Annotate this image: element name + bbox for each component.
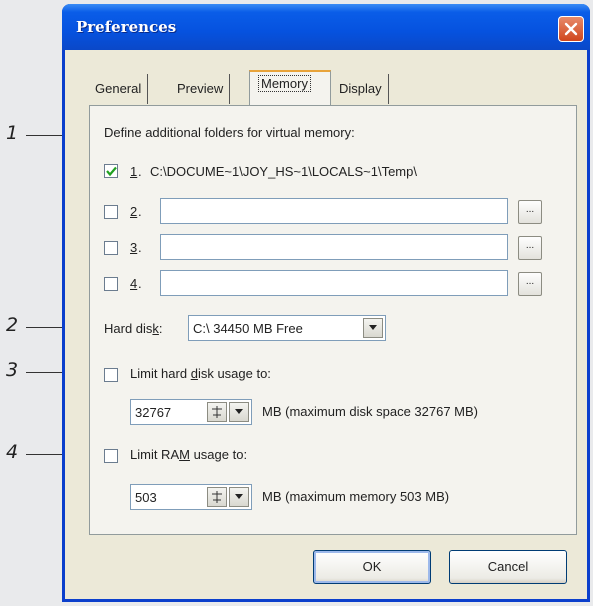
callout-number: 3 (6, 359, 19, 381)
close-icon (564, 22, 578, 36)
ram-limit-dropdown-button[interactable] (229, 487, 249, 507)
disk-limit-input[interactable]: 32767 (130, 399, 252, 425)
tab-display[interactable]: Display (333, 74, 389, 104)
folder-3-browse-button[interactable]: ... (518, 236, 542, 260)
folder-1-dot: . (138, 164, 142, 179)
chevron-down-icon (369, 325, 377, 330)
limit-ram-label: Limit RAM usage to: (130, 447, 248, 462)
folder-4-number: 4 (130, 276, 138, 291)
ram-limit-input[interactable]: 503 (130, 484, 252, 510)
tab-label: General (95, 81, 142, 96)
disk-limit-note: MB (maximum disk space 32767 MB) (262, 404, 479, 419)
tab-general[interactable]: General (89, 74, 149, 104)
folder-4-dot: . (138, 276, 142, 291)
folder-4-browse-button[interactable]: ... (518, 272, 542, 296)
chevron-down-icon (235, 409, 243, 414)
tab-memory[interactable]: Memory (249, 70, 331, 106)
memory-panel: Define additional folders for virtual me… (89, 105, 577, 535)
tab-preview[interactable]: Preview (171, 74, 231, 104)
spin-updown-icon (212, 491, 222, 503)
callout-number: 1 (6, 122, 19, 144)
folder-2-checkbox[interactable] (104, 205, 118, 219)
cancel-button[interactable]: Cancel (449, 550, 567, 584)
window-title: Preferences (76, 18, 177, 36)
title-bar[interactable]: Preferences (62, 4, 590, 50)
callout-number: 2 (6, 314, 19, 336)
preferences-dialog: Preferences General Preview Memory Displ… (62, 4, 590, 602)
folder-3-checkbox[interactable] (104, 241, 118, 255)
folder-4-path-input[interactable] (160, 270, 508, 296)
folder-4-checkbox[interactable] (104, 277, 118, 291)
folder-2-dot: . (138, 204, 142, 219)
folder-3-dot: . (138, 240, 142, 255)
folder-3-number: 3 (130, 240, 138, 255)
hard-disk-label: Hard disk: (104, 321, 163, 336)
folder-3-path-input[interactable] (160, 234, 508, 260)
tab-label: Display (339, 81, 382, 96)
folder-1-number: 1 (130, 164, 138, 179)
limit-disk-checkbox[interactable] (104, 368, 118, 382)
ok-button[interactable]: OK (313, 550, 431, 584)
folder-2-number: 2 (130, 204, 138, 219)
tab-label: Memory (258, 75, 311, 92)
hard-disk-select[interactable]: C:\ 34450 MB Free (188, 315, 386, 341)
disk-limit-value: 32767 (135, 405, 172, 420)
folder-2-path-input[interactable] (160, 198, 508, 224)
folder-2-browse-button[interactable]: ... (518, 200, 542, 224)
disk-limit-dropdown-button[interactable] (229, 402, 249, 422)
ram-limit-note: MB (maximum memory 503 MB) (262, 489, 450, 504)
checkmark-icon (106, 166, 117, 177)
folder-1-checkbox[interactable] (104, 164, 118, 178)
dropdown-button[interactable] (363, 318, 383, 338)
hard-disk-value: C:\ 34450 MB Free (193, 321, 303, 336)
spin-updown-icon (212, 406, 222, 418)
tab-label: Preview (177, 81, 224, 96)
disk-limit-spin-button[interactable] (207, 402, 227, 422)
chevron-down-icon (235, 494, 243, 499)
ram-limit-value: 503 (135, 490, 157, 505)
folders-heading: Define additional folders for virtual me… (104, 125, 355, 140)
folder-1-path: C:\DOCUME~1\JOY_HS~1\LOCALS~1\Temp\ (150, 164, 417, 179)
limit-disk-label: Limit hard disk usage to: (130, 366, 271, 381)
ram-limit-spin-button[interactable] (207, 487, 227, 507)
close-button[interactable] (558, 16, 584, 42)
limit-ram-checkbox[interactable] (104, 449, 118, 463)
callout-number: 4 (6, 441, 19, 463)
